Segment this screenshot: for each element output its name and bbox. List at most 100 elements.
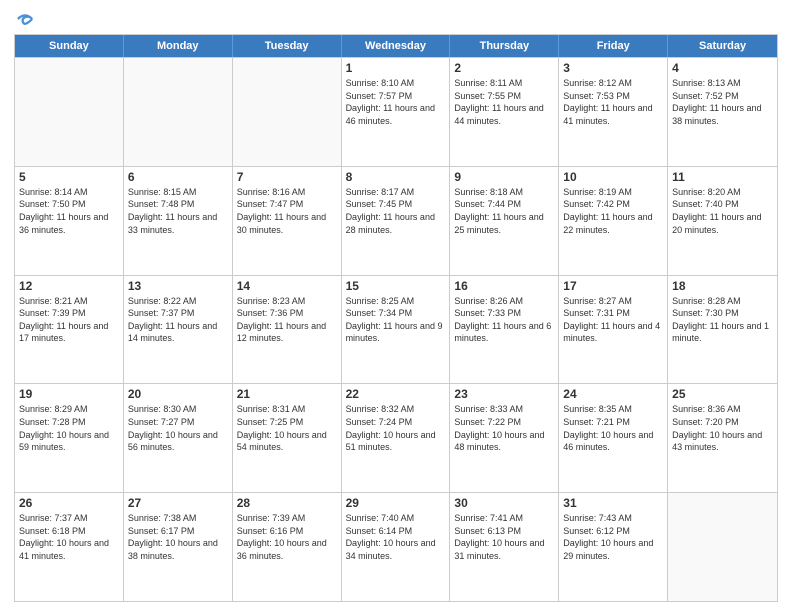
cell-info: Sunrise: 8:15 AM Sunset: 7:48 PM Dayligh… (128, 186, 228, 236)
day-number: 25 (672, 387, 773, 401)
day-number: 1 (346, 61, 446, 75)
cell-info: Sunrise: 8:12 AM Sunset: 7:53 PM Dayligh… (563, 77, 663, 127)
calendar-row: 12 Sunrise: 8:21 AM Sunset: 7:39 PM Dayli… (15, 275, 777, 384)
cell-info: Sunrise: 8:33 AM Sunset: 7:22 PM Dayligh… (454, 403, 554, 453)
cell-info: Sunrise: 8:21 AM Sunset: 7:39 PM Dayligh… (19, 295, 119, 345)
calendar-cell: 19 Sunrise: 8:29 AM Sunset: 7:28 PM Dayli… (15, 384, 124, 492)
calendar-cell (668, 493, 777, 601)
calendar-cell: 21 Sunrise: 8:31 AM Sunset: 7:25 PM Dayli… (233, 384, 342, 492)
logo-text (14, 10, 34, 28)
day-number: 16 (454, 279, 554, 293)
day-number: 24 (563, 387, 663, 401)
calendar-cell: 27 Sunrise: 7:38 AM Sunset: 6:17 PM Dayli… (124, 493, 233, 601)
logo-icon (16, 10, 34, 28)
day-number: 22 (346, 387, 446, 401)
calendar-cell: 15Sunrise: 8:25 AM Sunset: 7:34 PM Dayli… (342, 276, 451, 384)
cell-info: Sunrise: 8:36 AM Sunset: 7:20 PM Dayligh… (672, 403, 773, 453)
cell-info: Sunrise: 8:30 AM Sunset: 7:27 PM Dayligh… (128, 403, 228, 453)
cell-info: Sunrise: 8:18 AM Sunset: 7:44 PM Dayligh… (454, 186, 554, 236)
cell-info: Sunrise: 8:20 AM Sunset: 7:40 PM Dayligh… (672, 186, 773, 236)
calendar-cell: 30 Sunrise: 7:41 AM Sunset: 6:13 PM Dayli… (450, 493, 559, 601)
cell-info: Sunrise: 8:22 AM Sunset: 7:37 PM Dayligh… (128, 295, 228, 345)
calendar-header: SundayMondayTuesdayWednesdayThursdayFrid… (15, 35, 777, 57)
cell-info: Sunrise: 8:29 AM Sunset: 7:28 PM Dayligh… (19, 403, 119, 453)
header-cell-sunday: Sunday (15, 35, 124, 57)
day-number: 12 (19, 279, 119, 293)
header-cell-saturday: Saturday (668, 35, 777, 57)
calendar-cell: 11 Sunrise: 8:20 AM Sunset: 7:40 PM Dayli… (668, 167, 777, 275)
day-number: 27 (128, 496, 228, 510)
calendar-cell (124, 58, 233, 166)
cell-info: Sunrise: 8:27 AM Sunset: 7:31 PM Dayligh… (563, 295, 663, 345)
calendar-cell (15, 58, 124, 166)
calendar-cell: 8Sunrise: 8:17 AM Sunset: 7:45 PM Daylig… (342, 167, 451, 275)
header-cell-monday: Monday (124, 35, 233, 57)
day-number: 31 (563, 496, 663, 510)
day-number: 26 (19, 496, 119, 510)
cell-info: Sunrise: 7:41 AM Sunset: 6:13 PM Dayligh… (454, 512, 554, 562)
header (14, 10, 778, 28)
logo (14, 10, 34, 28)
cell-info: Sunrise: 7:43 AM Sunset: 6:12 PM Dayligh… (563, 512, 663, 562)
calendar-cell: 2 Sunrise: 8:11 AM Sunset: 7:55 PM Daylig… (450, 58, 559, 166)
calendar-cell: 22Sunrise: 8:32 AM Sunset: 7:24 PM Dayli… (342, 384, 451, 492)
calendar-cell: 31 Sunrise: 7:43 AM Sunset: 6:12 PM Dayli… (559, 493, 668, 601)
cell-info: Sunrise: 7:39 AM Sunset: 6:16 PM Dayligh… (237, 512, 337, 562)
cell-info: Sunrise: 7:38 AM Sunset: 6:17 PM Dayligh… (128, 512, 228, 562)
calendar-row: 26 Sunrise: 7:37 AM Sunset: 6:18 PM Dayli… (15, 492, 777, 601)
calendar-cell: 16 Sunrise: 8:26 AM Sunset: 7:33 PM Dayli… (450, 276, 559, 384)
cell-info: Sunrise: 8:25 AM Sunset: 7:34 PM Dayligh… (346, 295, 446, 345)
page: SundayMondayTuesdayWednesdayThursdayFrid… (0, 0, 792, 612)
day-number: 19 (19, 387, 119, 401)
day-number: 17 (563, 279, 663, 293)
day-number: 29 (346, 496, 446, 510)
calendar-body: 1 Sunrise: 8:10 AM Sunset: 7:57 PM Daylig… (15, 57, 777, 601)
day-number: 9 (454, 170, 554, 184)
calendar-cell: 7 Sunrise: 8:16 AM Sunset: 7:47 PM Daylig… (233, 167, 342, 275)
calendar-cell: 29 Sunrise: 7:40 AM Sunset: 6:14 PM Dayli… (342, 493, 451, 601)
day-number: 13 (128, 279, 228, 293)
cell-info: Sunrise: 7:37 AM Sunset: 6:18 PM Dayligh… (19, 512, 119, 562)
calendar-cell: 1 Sunrise: 8:10 AM Sunset: 7:57 PM Daylig… (342, 58, 451, 166)
calendar: SundayMondayTuesdayWednesdayThursdayFrid… (14, 34, 778, 602)
day-number: 21 (237, 387, 337, 401)
calendar-cell: 18Sunrise: 8:28 AM Sunset: 7:30 PM Dayli… (668, 276, 777, 384)
day-number: 2 (454, 61, 554, 75)
day-number: 28 (237, 496, 337, 510)
calendar-row: 1 Sunrise: 8:10 AM Sunset: 7:57 PM Daylig… (15, 57, 777, 166)
day-number: 14 (237, 279, 337, 293)
day-number: 8 (346, 170, 446, 184)
calendar-cell (233, 58, 342, 166)
day-number: 6 (128, 170, 228, 184)
calendar-cell: 10Sunrise: 8:19 AM Sunset: 7:42 PM Dayli… (559, 167, 668, 275)
calendar-cell: 25 Sunrise: 8:36 AM Sunset: 7:20 PM Dayli… (668, 384, 777, 492)
day-number: 11 (672, 170, 773, 184)
calendar-cell: 9 Sunrise: 8:18 AM Sunset: 7:44 PM Daylig… (450, 167, 559, 275)
cell-info: Sunrise: 7:40 AM Sunset: 6:14 PM Dayligh… (346, 512, 446, 562)
day-number: 5 (19, 170, 119, 184)
calendar-cell: 3Sunrise: 8:12 AM Sunset: 7:53 PM Daylig… (559, 58, 668, 166)
header-cell-thursday: Thursday (450, 35, 559, 57)
calendar-cell: 4Sunrise: 8:13 AM Sunset: 7:52 PM Daylig… (668, 58, 777, 166)
cell-info: Sunrise: 8:14 AM Sunset: 7:50 PM Dayligh… (19, 186, 119, 236)
day-number: 20 (128, 387, 228, 401)
cell-info: Sunrise: 8:26 AM Sunset: 7:33 PM Dayligh… (454, 295, 554, 345)
calendar-cell: 6 Sunrise: 8:15 AM Sunset: 7:48 PM Daylig… (124, 167, 233, 275)
calendar-cell: 28 Sunrise: 7:39 AM Sunset: 6:16 PM Dayli… (233, 493, 342, 601)
cell-info: Sunrise: 8:16 AM Sunset: 7:47 PM Dayligh… (237, 186, 337, 236)
cell-info: Sunrise: 8:23 AM Sunset: 7:36 PM Dayligh… (237, 295, 337, 345)
day-number: 7 (237, 170, 337, 184)
calendar-cell: 5 Sunrise: 8:14 AM Sunset: 7:50 PM Daylig… (15, 167, 124, 275)
header-cell-tuesday: Tuesday (233, 35, 342, 57)
calendar-cell: 26 Sunrise: 7:37 AM Sunset: 6:18 PM Dayli… (15, 493, 124, 601)
calendar-row: 5 Sunrise: 8:14 AM Sunset: 7:50 PM Daylig… (15, 166, 777, 275)
cell-info: Sunrise: 8:31 AM Sunset: 7:25 PM Dayligh… (237, 403, 337, 453)
calendar-cell: 13 Sunrise: 8:22 AM Sunset: 7:37 PM Dayli… (124, 276, 233, 384)
day-number: 4 (672, 61, 773, 75)
calendar-cell: 12 Sunrise: 8:21 AM Sunset: 7:39 PM Dayli… (15, 276, 124, 384)
cell-info: Sunrise: 8:10 AM Sunset: 7:57 PM Dayligh… (346, 77, 446, 127)
calendar-cell: 23Sunrise: 8:33 AM Sunset: 7:22 PM Dayli… (450, 384, 559, 492)
cell-info: Sunrise: 8:35 AM Sunset: 7:21 PM Dayligh… (563, 403, 663, 453)
day-number: 30 (454, 496, 554, 510)
cell-info: Sunrise: 8:11 AM Sunset: 7:55 PM Dayligh… (454, 77, 554, 127)
